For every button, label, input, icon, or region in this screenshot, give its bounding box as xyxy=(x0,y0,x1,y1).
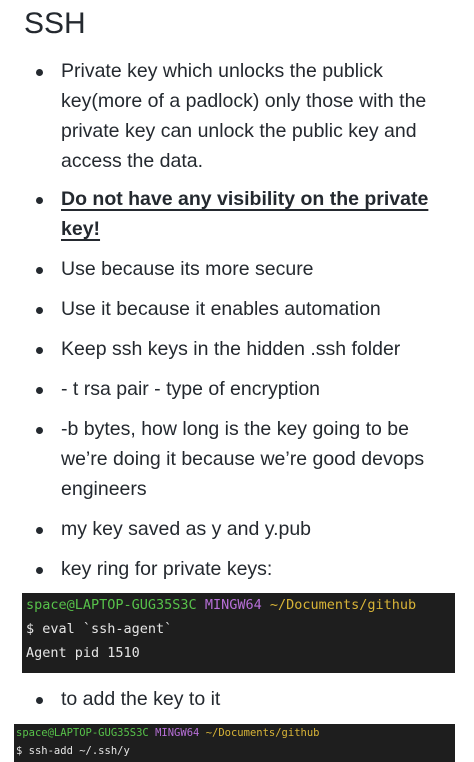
prompt-path: ~/Documents/github xyxy=(269,597,417,613)
list-item-text: - t rsa pair - type of encryption xyxy=(61,378,321,400)
bullet-icon xyxy=(36,697,43,704)
prompt-host: MINGW64 xyxy=(204,597,262,613)
list-item-text: -b bytes, how long is the key going to b… xyxy=(61,418,425,500)
terminal-screenshot-ssh-add: space@LAPTOP-GUG35S3C MINGW64 ~/Document… xyxy=(14,724,455,762)
prompt-user: space@LAPTOP-GUG35S3C xyxy=(26,597,197,613)
list-item-text: Keep ssh keys in the hidden .ssh folder xyxy=(61,338,401,360)
bullet-icon xyxy=(36,347,43,354)
bullet-icon xyxy=(36,527,43,534)
bullet-icon xyxy=(36,387,43,394)
list-item-text: Use because its more secure xyxy=(61,258,314,280)
list-item-text: to add the key to it xyxy=(61,688,221,710)
list-item-text: Do not have any visibility on the privat… xyxy=(61,184,441,244)
list-item-text: my key saved as y and y.pub xyxy=(61,518,312,540)
prompt-path: ~/Documents/github xyxy=(205,727,320,739)
terminal-prompt: space@LAPTOP-GUG35S3C MINGW64 ~/Document… xyxy=(26,597,416,613)
list-item-text: key ring for private keys: xyxy=(61,558,273,580)
bullet-icon xyxy=(36,267,43,274)
list-item-text: Use it because it enables automation xyxy=(61,298,381,320)
bullet-icon xyxy=(36,427,43,434)
terminal-command: $ ssh-add ~/.ssh/y xyxy=(16,745,130,757)
emphasis-text: Do not have any visibility on the privat… xyxy=(61,188,429,240)
terminal-screenshot-agent: space@LAPTOP-GUG35S3C MINGW64 ~/Document… xyxy=(22,593,455,673)
bullet-icon xyxy=(36,197,43,204)
terminal-command: $ eval `ssh-agent` xyxy=(26,621,173,637)
prompt-host: MINGW64 xyxy=(155,727,200,739)
terminal-prompt: space@LAPTOP-GUG35S3C MINGW64 ~/Document… xyxy=(16,727,319,739)
list-item-text: Private key which unlocks the publick ke… xyxy=(61,60,427,172)
bullet-icon xyxy=(36,567,43,574)
prompt-user: space@LAPTOP-GUG35S3C xyxy=(16,727,149,739)
terminal-output: Agent pid 1510 xyxy=(26,645,140,661)
bullet-icon xyxy=(36,307,43,314)
page-title: SSH xyxy=(24,7,86,40)
bullet-icon xyxy=(36,69,43,76)
